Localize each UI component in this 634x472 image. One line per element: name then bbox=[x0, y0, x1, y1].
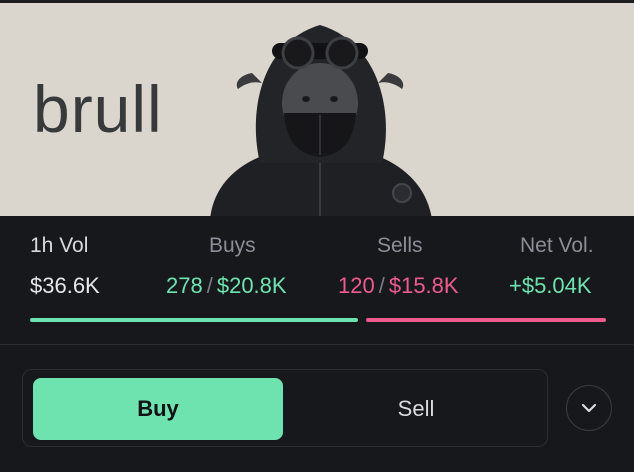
buys-amount: $20.8K bbox=[216, 273, 287, 298]
net-volume-value: +$5.04K bbox=[509, 273, 592, 298]
volume-stats: 1h Vol Buys Sells Net Vol. $36.6K 278/$2… bbox=[0, 216, 634, 344]
sells-amount: $15.8K bbox=[388, 273, 459, 298]
volume-value: $36.6K bbox=[30, 273, 100, 298]
options-dropdown-button[interactable] bbox=[566, 385, 612, 431]
sells-count: 120 bbox=[338, 273, 375, 298]
trade-side-toggle: Buy Sell bbox=[22, 369, 548, 447]
sell-button[interactable]: Sell bbox=[291, 378, 541, 440]
token-banner: brull bbox=[0, 0, 634, 216]
net-volume-label: Net Vol. bbox=[520, 234, 594, 257]
buy-button[interactable]: Buy bbox=[33, 378, 283, 440]
token-panel: brull 1h Vol Buys Sells Net Vol. $36.6K … bbox=[0, 0, 634, 472]
sells-separator: / bbox=[378, 273, 385, 298]
chevron-down-icon bbox=[581, 403, 597, 413]
volume-label: 1h Vol bbox=[30, 234, 89, 257]
buys-count: 278 bbox=[166, 273, 203, 298]
hooded-bull-icon bbox=[210, 25, 432, 216]
section-divider bbox=[0, 344, 634, 345]
buys-separator: / bbox=[206, 273, 213, 298]
sells-value: 120/$15.8K bbox=[338, 273, 459, 299]
sell-ratio-bar bbox=[366, 318, 606, 322]
brand-text: brull bbox=[33, 72, 163, 146]
buy-ratio-bar bbox=[30, 318, 358, 322]
buys-value: 278/$20.8K bbox=[166, 273, 287, 299]
sells-label: Sells bbox=[377, 234, 423, 257]
buys-label: Buys bbox=[209, 234, 256, 257]
